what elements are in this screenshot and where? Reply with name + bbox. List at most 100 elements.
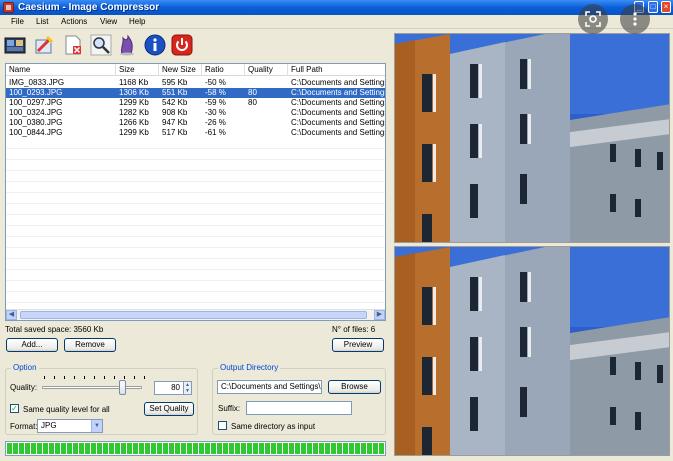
exit-icon[interactable] xyxy=(171,34,193,56)
cell-new-size: 517 Kb xyxy=(162,128,188,137)
grid-line xyxy=(6,148,385,149)
same-directory-checkbox[interactable] xyxy=(218,421,227,430)
cell-quality xyxy=(245,128,288,138)
quality-label: Quality: xyxy=(10,383,38,392)
clear-list-icon[interactable] xyxy=(33,34,55,56)
file-list[interactable]: Name Size New Size Ratio Quality Full Pa… xyxy=(5,63,386,321)
cell-name: 100_0380.JPG xyxy=(9,118,63,127)
column-name[interactable]: Name xyxy=(6,64,116,76)
slider-tick xyxy=(84,376,85,379)
file-row[interactable]: 100_0844.JPG 1299 Kb 517 Kb -61 % C:\Documen… xyxy=(6,128,385,138)
grid-line xyxy=(6,258,385,259)
horizontal-scrollbar[interactable]: ◀ ▶ xyxy=(6,309,385,320)
building-photo-original xyxy=(395,34,669,242)
same-quality-checkbox[interactable]: ✓ xyxy=(10,404,19,413)
grid-line xyxy=(6,203,385,204)
cell-new-size: 947 Kb xyxy=(162,118,188,127)
slider-tick xyxy=(134,376,135,379)
file-row[interactable]: 100_0324.JPG 1282 Kb 908 Kb -30 % C:\Documen… xyxy=(6,108,385,118)
scroll-left-icon[interactable]: ◀ xyxy=(6,310,17,320)
lens-search-icon[interactable] xyxy=(578,4,608,34)
cell-path: C:\Documents and Settings xyxy=(291,78,385,87)
cell-quality xyxy=(245,78,288,88)
set-quality-button[interactable]: Set Quality xyxy=(144,402,194,416)
option-group: Option Quality: 80 ▲ ▼ ✓ Same quality le… xyxy=(5,363,198,435)
menu-actions[interactable]: Actions xyxy=(61,17,87,26)
grid-line xyxy=(6,247,385,248)
format-label: Format: xyxy=(10,422,38,431)
info-icon[interactable] xyxy=(144,34,166,56)
menu-view[interactable]: View xyxy=(100,17,117,26)
cell-name: 100_0293.JPG xyxy=(9,88,63,97)
file-row[interactable]: 100_0293.JPG 1306 Kb 551 Kb -58 % 80 C:\Docum… xyxy=(6,88,385,98)
remove-button[interactable]: Remove xyxy=(64,338,116,352)
building-photo-compressed xyxy=(395,247,669,455)
grid-line xyxy=(6,269,385,270)
more-vertical-icon[interactable] xyxy=(620,4,650,34)
menu-bar: File List Actions View Help xyxy=(0,15,673,29)
cell-quality xyxy=(245,118,288,128)
cell-new-size: 908 Kb xyxy=(162,108,188,117)
column-size[interactable]: Size xyxy=(116,64,159,76)
column-quality[interactable]: Quality xyxy=(245,64,288,76)
option-group-title: Option xyxy=(11,363,39,372)
slider-tick xyxy=(44,376,45,379)
file-row[interactable]: 100_0380.JPG 1266 Kb 947 Kb -26 % C:\Documen… xyxy=(6,118,385,128)
menu-file[interactable]: File xyxy=(11,17,24,26)
remove-item-icon[interactable] xyxy=(62,34,84,56)
column-ratio[interactable]: Ratio xyxy=(202,64,245,76)
file-row[interactable]: 100_0297.JPG 1299 Kb 542 Kb -59 % 80 C:\Docum… xyxy=(6,98,385,108)
cell-ratio: -59 % xyxy=(205,98,226,107)
column-new-size[interactable]: New Size xyxy=(159,64,202,76)
open-images-icon[interactable] xyxy=(4,34,26,56)
cell-quality: 80 xyxy=(248,88,257,97)
browse-button[interactable]: Browse xyxy=(328,380,381,394)
menu-list[interactable]: List xyxy=(36,17,48,26)
scroll-thumb[interactable] xyxy=(20,311,367,319)
grid-line xyxy=(6,291,385,292)
cell-new-size: 551 Kb xyxy=(162,88,188,97)
cell-quality: 80 xyxy=(248,98,257,107)
output-directory-group: Output Directory C:\Documents and Settin… xyxy=(212,363,386,435)
quality-slider-thumb[interactable] xyxy=(119,380,126,395)
file-row[interactable]: IMG_0833.JPG 1168 Kb 595 Kb -50 % C:\Documen… xyxy=(6,78,385,88)
cell-path: C:\Documents and Settings xyxy=(291,128,385,137)
preview-button[interactable]: Preview xyxy=(332,338,384,352)
cell-ratio: -61 % xyxy=(205,128,226,137)
app-icon xyxy=(3,2,14,13)
cell-new-size: 542 Kb xyxy=(162,98,188,107)
close-button[interactable]: × xyxy=(661,1,671,13)
cell-name: 100_0844.JPG xyxy=(9,128,63,137)
compress-icon[interactable] xyxy=(116,34,138,56)
preview-magnifier-icon[interactable] xyxy=(90,34,112,56)
compressed-image-preview xyxy=(394,246,670,456)
slider-tick xyxy=(114,376,115,379)
suffix-input[interactable] xyxy=(246,401,352,415)
column-full-path[interactable]: Full Path xyxy=(288,64,385,76)
cell-name: 100_0324.JPG xyxy=(9,108,63,117)
cell-size: 1306 Kb xyxy=(119,88,149,97)
cell-size: 1299 Kb xyxy=(119,98,149,107)
chevron-down-icon[interactable]: ▼ xyxy=(91,420,102,432)
format-select[interactable]: JPG ▼ xyxy=(37,419,103,433)
cell-new-size: 595 Kb xyxy=(162,78,188,87)
scroll-right-icon[interactable]: ▶ xyxy=(374,310,385,320)
cell-path: C:\Documents and Settings xyxy=(291,108,385,117)
add-button[interactable]: Add... xyxy=(6,338,58,352)
maximize-button[interactable]: □ xyxy=(648,1,658,13)
grid-line xyxy=(6,280,385,281)
menu-help[interactable]: Help xyxy=(129,17,145,26)
output-directory-input[interactable]: C:\Documents and Settings\ xyxy=(217,380,322,394)
grid-line xyxy=(6,225,385,226)
cell-ratio: -58 % xyxy=(205,88,226,97)
quality-slider-track[interactable] xyxy=(42,386,142,389)
slider-tick xyxy=(64,376,65,379)
grid-line xyxy=(6,170,385,171)
cell-name: 100_0297.JPG xyxy=(9,98,63,107)
title-bar[interactable]: Caesium - Image Compressor _ □ × xyxy=(0,0,673,15)
spin-down-icon[interactable]: ▼ xyxy=(184,388,191,394)
quality-input[interactable]: 80 xyxy=(154,381,184,395)
quality-spinner[interactable]: ▲ ▼ xyxy=(183,381,192,395)
progress-bar xyxy=(5,441,386,456)
cell-path: C:\Documents and Settings xyxy=(291,118,385,127)
